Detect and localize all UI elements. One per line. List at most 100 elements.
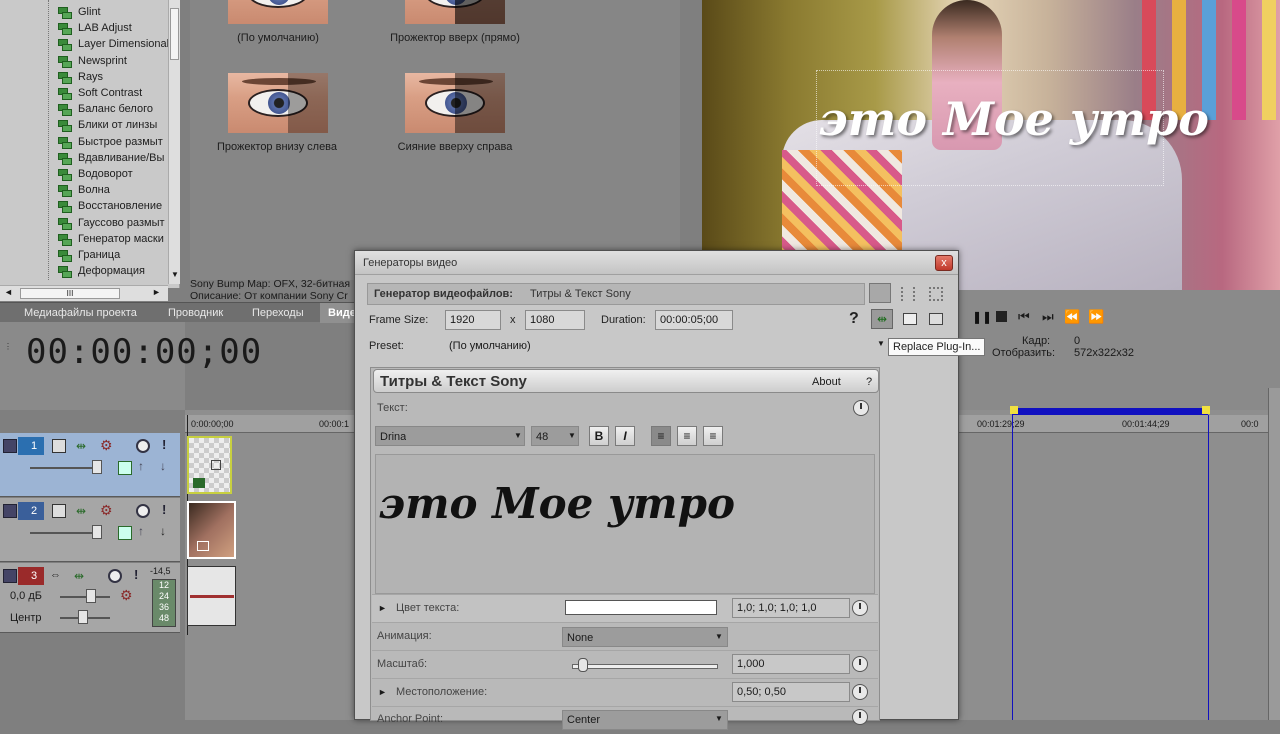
opacity-slider-track[interactable] xyxy=(30,467,100,469)
align-right-icon[interactable]: ≡ xyxy=(703,426,723,446)
italic-button[interactable]: I xyxy=(615,426,635,446)
stop-icon[interactable] xyxy=(996,311,1007,322)
track-header-3[interactable]: 3 ⇔ ⇹ ! -14,5 0,0 дБ ⚙ Центр 12 24 36 48 xyxy=(0,563,180,633)
fx-list-item[interactable]: Гауссово размыт xyxy=(58,215,165,231)
expand-arrow-icon[interactable]: ► xyxy=(378,687,387,697)
fx-gear-icon[interactable]: ⚙ xyxy=(120,587,134,603)
expand-arrow-icon[interactable]: ► xyxy=(378,603,387,613)
font-select[interactable]: Drina ▼ xyxy=(375,426,525,446)
fx-gear-icon[interactable]: ⚙ xyxy=(100,502,114,518)
text-color-value[interactable]: 1,0; 1,0; 1,0; 1,0 xyxy=(732,598,850,618)
fx-list-item[interactable]: Вдавливание/Вы xyxy=(58,150,164,166)
loop-start-marker[interactable] xyxy=(1010,406,1018,414)
fx-list-item[interactable]: Восстановление xyxy=(58,198,162,214)
frame-width-input[interactable]: 1920 xyxy=(445,310,501,330)
composite-icon[interactable]: ⇹ xyxy=(76,504,90,518)
fx-list-item[interactable]: Генератор маски xyxy=(58,231,164,247)
chevron-down-icon[interactable]: ▼ xyxy=(568,431,576,440)
mute-icon[interactable] xyxy=(108,569,122,583)
fx-list-item[interactable]: Glint xyxy=(58,4,101,20)
fx-list-item[interactable]: Soft Contrast xyxy=(58,85,142,101)
loop-region[interactable] xyxy=(1012,408,1208,415)
opacity-slider-knob[interactable] xyxy=(92,460,102,474)
down-arrow-icon[interactable]: ↓ xyxy=(160,524,174,538)
keyframe-clock-icon[interactable] xyxy=(852,600,868,616)
keyframe-clock-icon[interactable] xyxy=(852,656,868,672)
track-menu-icon[interactable] xyxy=(3,569,17,583)
about-button[interactable]: About xyxy=(812,376,841,388)
layout-double-icon[interactable] xyxy=(901,287,915,301)
save-preset-icon[interactable] xyxy=(903,313,917,325)
fx-list-item[interactable]: Быстрое размыт xyxy=(58,134,163,150)
next-frame-icon[interactable]: ⏭ xyxy=(1042,309,1054,325)
position-value[interactable]: 0,50; 0,50 xyxy=(732,682,850,702)
video-preview[interactable]: это Мое утро xyxy=(702,0,1280,290)
fx-list-horizontal-scrollbar[interactable]: ◄ III ► xyxy=(0,285,168,301)
chevron-down-icon[interactable]: ▼ xyxy=(715,714,723,723)
scroll-down-arrow-icon[interactable]: ▼ xyxy=(171,270,179,279)
duration-input[interactable]: 00:00:05;00 xyxy=(655,310,733,330)
opacity-slider-track[interactable] xyxy=(30,532,100,534)
event-fx-icon[interactable] xyxy=(193,478,205,488)
replace-plugin-icon[interactable]: ⇹ xyxy=(871,309,893,329)
track-fx-icon[interactable] xyxy=(118,526,132,540)
align-center-icon[interactable]: ≡ xyxy=(677,426,697,446)
fx-gear-icon[interactable]: ⚙ xyxy=(100,437,114,453)
solo-icon[interactable]: ! xyxy=(134,567,148,582)
animation-select[interactable]: None ▼ xyxy=(562,627,728,647)
close-button[interactable]: x xyxy=(935,255,953,271)
frame-height-input[interactable]: 1080 xyxy=(525,310,585,330)
tab-transitions[interactable]: Переходы xyxy=(244,303,312,323)
fx-list-item[interactable]: Баланс белого xyxy=(58,101,153,117)
track-menu-icon[interactable] xyxy=(3,504,17,518)
scroll-thumb[interactable]: III xyxy=(20,288,120,299)
composite-icon[interactable]: ⇹ xyxy=(74,569,88,583)
volume-slider-track[interactable] xyxy=(60,596,110,598)
title-clip[interactable] xyxy=(187,436,232,494)
align-left-icon[interactable]: ≡ xyxy=(651,426,671,446)
up-arrow-icon[interactable]: ↑ xyxy=(138,459,152,473)
keyframe-clock-icon[interactable] xyxy=(852,709,868,725)
opacity-slider-knob[interactable] xyxy=(92,525,102,539)
chevron-down-icon[interactable]: ▼ xyxy=(514,431,522,440)
down-arrow-icon[interactable]: ↓ xyxy=(160,459,174,473)
video-clip[interactable] xyxy=(187,501,236,559)
crop-icon[interactable] xyxy=(211,460,221,470)
scroll-right-arrow-icon[interactable]: ► xyxy=(152,287,161,297)
previous-frame-icon[interactable]: ⏮ xyxy=(1018,309,1030,325)
dialog-titlebar[interactable]: Генераторы видео x xyxy=(355,251,958,275)
fx-list-item[interactable]: Rays xyxy=(58,69,103,85)
track-menu-icon[interactable] xyxy=(3,439,17,453)
tab-project-media[interactable]: Медиафайлы проекта xyxy=(16,303,145,323)
fx-list-item[interactable]: Layer Dimensional xyxy=(58,36,169,52)
mute-icon[interactable] xyxy=(136,439,150,453)
crop-icon[interactable] xyxy=(197,541,209,551)
solo-icon[interactable]: ! xyxy=(162,437,176,452)
track-motion-icon[interactable] xyxy=(52,504,66,518)
pan-slider-knob[interactable] xyxy=(78,610,88,624)
up-arrow-icon[interactable]: ↑ xyxy=(138,524,152,538)
track-fx-icon[interactable] xyxy=(118,461,132,475)
scroll-left-arrow-icon[interactable]: ◄ xyxy=(4,287,13,297)
solo-icon[interactable]: ! xyxy=(162,502,176,517)
preset-thumb-glow-top-right[interactable] xyxy=(405,73,505,133)
keyframe-clock-icon[interactable] xyxy=(853,400,869,416)
mute-icon[interactable] xyxy=(136,504,150,518)
tab-explorer[interactable]: Проводник xyxy=(160,303,231,323)
scale-slider-track[interactable] xyxy=(572,664,718,669)
preset-thumb-default[interactable] xyxy=(228,0,328,24)
timeline-vertical-scrollbar[interactable] xyxy=(1268,388,1280,720)
fx-list-item[interactable]: Деформация xyxy=(58,263,145,279)
grip-icon[interactable]: ⋮ xyxy=(4,342,12,351)
volume-slider-knob[interactable] xyxy=(86,589,96,603)
anchor-select[interactable]: Center ▼ xyxy=(562,710,728,730)
plugin-help-button[interactable]: ? xyxy=(866,376,872,388)
preset-thumb-spot-bottom-left[interactable] xyxy=(228,73,328,133)
audio-icon[interactable]: ⇔ xyxy=(50,569,64,583)
keyframe-clock-icon[interactable] xyxy=(852,684,868,700)
font-size-select[interactable]: 48 ▼ xyxy=(531,426,579,446)
layout-single-icon[interactable] xyxy=(869,283,891,303)
help-icon[interactable]: ? xyxy=(849,310,859,328)
fx-list-item[interactable]: Водоворот xyxy=(58,166,133,182)
fx-list-item[interactable]: Блики от линзы xyxy=(58,117,157,133)
